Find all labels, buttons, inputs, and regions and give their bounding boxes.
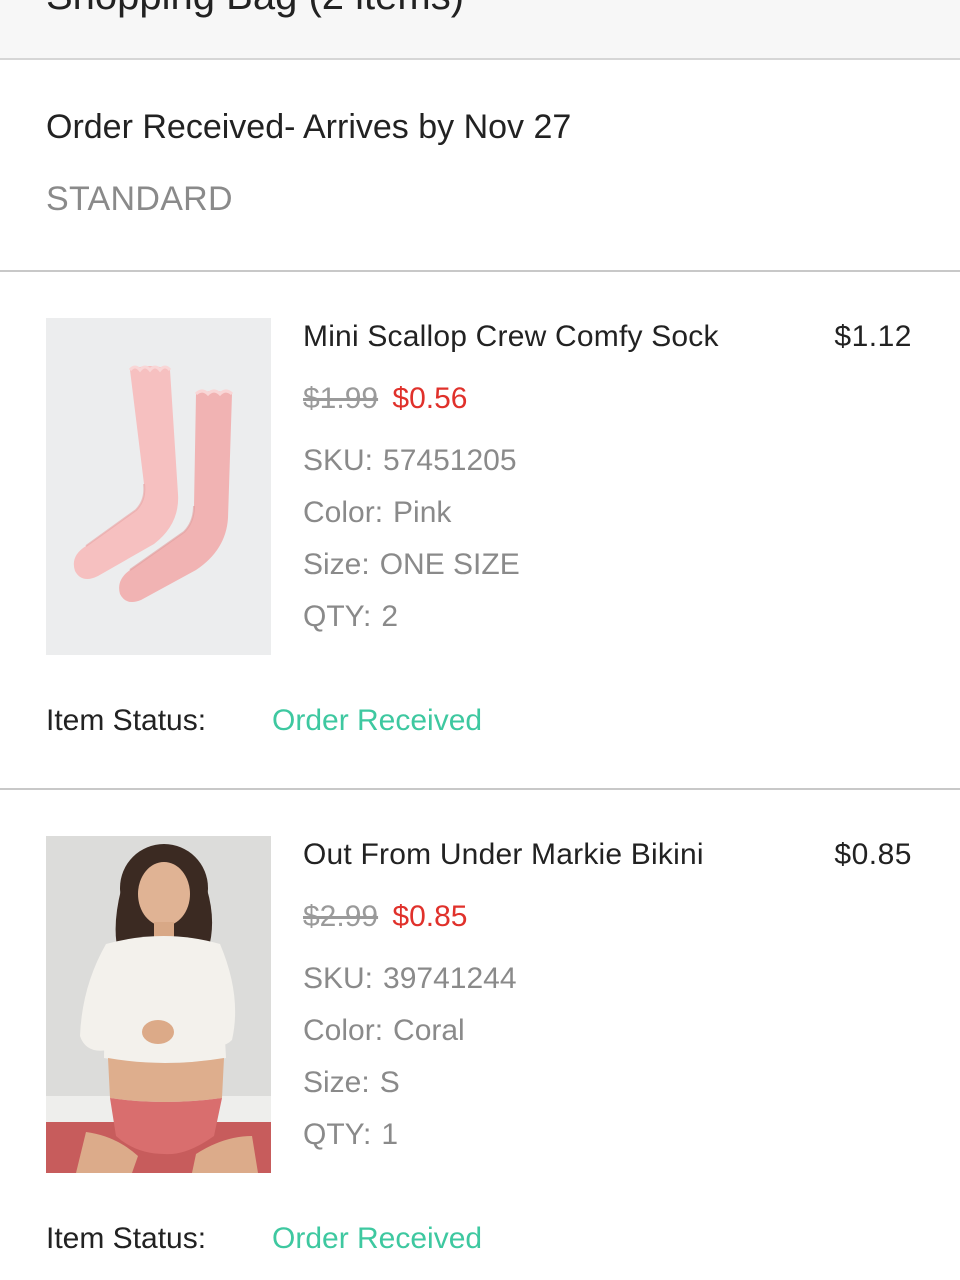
sku-value: 57451205	[383, 444, 517, 477]
order-details-page: Shopping Bag (2 items) Order Received- A…	[0, 0, 960, 1280]
sku-row: SKU: 57451205	[303, 444, 517, 478]
order-status-headline: Order Received- Arrives by Nov 27	[46, 108, 572, 146]
line-total-price: $0.85	[834, 838, 912, 871]
qty-value: 2	[381, 600, 399, 633]
color-value: Coral	[393, 1014, 465, 1047]
qty-row: QTY: 1	[303, 1118, 398, 1152]
order-summary: Order Received- Arrives by Nov 27 STANDA…	[0, 60, 960, 272]
sku-value: 39741244	[383, 962, 517, 995]
size-value: S	[379, 1066, 400, 1099]
size-value: ONE SIZE	[379, 548, 520, 581]
product-name[interactable]: Mini Scallop Crew Comfy Sock	[303, 320, 719, 354]
item-status-value: Order Received	[272, 1222, 483, 1255]
size-row: Size: ONE SIZE	[303, 548, 520, 582]
qty-value: 1	[381, 1118, 399, 1151]
sock-image	[46, 318, 271, 655]
page-title: Shopping Bag (2 items)	[46, 0, 464, 19]
item-status-label: Item Status:	[46, 1222, 207, 1255]
shipping-method: STANDARD	[46, 180, 233, 218]
price-row: $2.99 $0.85	[303, 900, 468, 934]
sale-price: $0.56	[392, 382, 468, 415]
sku-label: SKU:	[303, 962, 374, 995]
product-name[interactable]: Out From Under Markie Bikini	[303, 838, 704, 872]
size-label: Size:	[303, 548, 370, 581]
color-label: Color:	[303, 1014, 384, 1047]
size-label: Size:	[303, 1066, 370, 1099]
model-photo	[46, 836, 271, 1173]
product-image-sock[interactable]	[46, 318, 271, 655]
color-label: Color:	[303, 496, 384, 529]
sale-price: $0.85	[392, 900, 468, 933]
sku-row: SKU: 39741244	[303, 962, 517, 996]
shopping-bag-header: Shopping Bag (2 items)	[0, 0, 960, 60]
order-item: Mini Scallop Crew Comfy Sock $1.12 $1.99…	[0, 272, 960, 790]
item-status-label: Item Status:	[46, 704, 207, 737]
qty-label: QTY:	[303, 1118, 372, 1151]
item-status-value: Order Received	[272, 704, 483, 737]
line-total-price: $1.12	[834, 320, 912, 353]
original-price: $2.99	[303, 900, 379, 933]
product-image-bikini[interactable]	[46, 836, 271, 1173]
price-row: $1.99 $0.56	[303, 382, 468, 416]
size-row: Size: S	[303, 1066, 400, 1100]
color-row: Color: Coral	[303, 1014, 465, 1048]
qty-row: QTY: 2	[303, 600, 398, 634]
color-row: Color: Pink	[303, 496, 451, 530]
color-value: Pink	[393, 496, 452, 529]
order-item: Out From Under Markie Bikini $0.85 $2.99…	[0, 790, 960, 1280]
sku-label: SKU:	[303, 444, 374, 477]
qty-label: QTY:	[303, 600, 372, 633]
original-price: $1.99	[303, 382, 379, 415]
